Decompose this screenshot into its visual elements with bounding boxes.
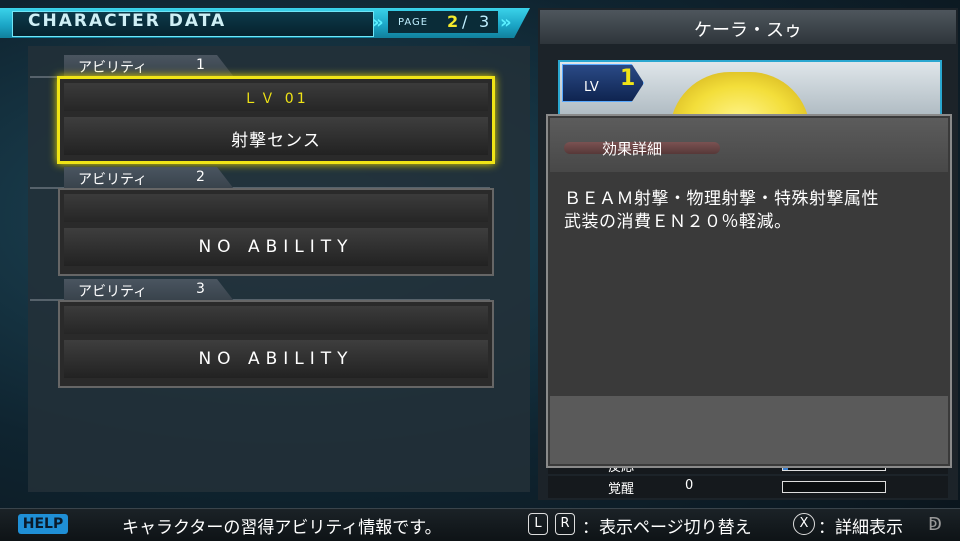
- ability-name: 射撃センス: [231, 131, 321, 151]
- ability-name-row: NO ABILITY: [64, 340, 488, 378]
- stat-bar: [782, 481, 886, 493]
- page-separator: /: [462, 12, 468, 31]
- l-button-icon[interactable]: L: [528, 513, 548, 535]
- r-button-icon[interactable]: R: [555, 513, 575, 535]
- ability-tab-label: アビリティ: [78, 172, 148, 188]
- ability-level: ＬＶ 01: [243, 91, 309, 107]
- stat-value: 0: [685, 478, 694, 493]
- page-label: PAGE: [398, 17, 429, 28]
- ability-level-row: ＬＶ 01: [64, 83, 488, 111]
- chevron-right-icon: »: [372, 12, 384, 33]
- ability-name: NO ABILITY: [198, 349, 354, 369]
- page-title: CHARACTER DATA: [28, 11, 227, 31]
- chevron-right-icon: »: [500, 12, 512, 33]
- ability-level-row: [64, 194, 488, 222]
- ability-name: NO ABILITY: [198, 237, 354, 257]
- popup-description-line: ＢＥＡＭ射撃・物理射撃・特殊射撃属性: [564, 189, 879, 209]
- popup-title: 効果詳細: [602, 140, 663, 158]
- page-switch-hint: ：表示ページ切り替え: [582, 518, 752, 538]
- stat-label: 覚醒: [608, 482, 635, 497]
- popup-footer: [550, 396, 948, 464]
- character-name: ケーラ・スゥ: [694, 20, 802, 41]
- popup-description-line: 武装の消費ＥＮ２０％軽減。: [564, 212, 792, 232]
- ability-tab-label: アビリティ: [78, 284, 148, 300]
- ability-tab-number: 2: [196, 169, 205, 185]
- page-current: 2: [447, 12, 459, 31]
- help-badge: HELP: [18, 514, 68, 534]
- ability-tab-number: 1: [196, 57, 205, 73]
- popup-header: 効果詳細: [550, 118, 948, 172]
- site-logo-icon: ↁ: [928, 514, 942, 535]
- ability-slot-3[interactable]: NO ABILITY: [58, 300, 494, 388]
- page-total: 3: [479, 12, 490, 31]
- level-label: LV: [584, 80, 599, 95]
- effect-detail-popup: 効果詳細 ＢＥＡＭ射撃・物理射撃・特殊射撃属性 武装の消費ＥＮ２０％軽減。: [546, 114, 952, 468]
- ability-name-row: 射撃センス: [64, 117, 488, 155]
- x-button-icon[interactable]: X: [793, 513, 815, 535]
- help-text: キャラクターの習得アビリティ情報です。: [122, 518, 442, 538]
- ability-tab-label: アビリティ: [78, 60, 148, 76]
- detail-hint: ：詳細表示: [818, 518, 903, 538]
- popup-description: ＢＥＡＭ射撃・物理射撃・特殊射撃属性 武装の消費ＥＮ２０％軽減。: [564, 188, 936, 234]
- level-value: 1: [620, 66, 636, 91]
- ability-tab-number: 3: [196, 281, 205, 297]
- ability-slot-2[interactable]: NO ABILITY: [58, 188, 494, 276]
- ability-slot-1[interactable]: ＬＶ 01 射撃センス: [57, 76, 495, 164]
- ability-level-row: [64, 306, 488, 334]
- ability-name-row: NO ABILITY: [64, 228, 488, 266]
